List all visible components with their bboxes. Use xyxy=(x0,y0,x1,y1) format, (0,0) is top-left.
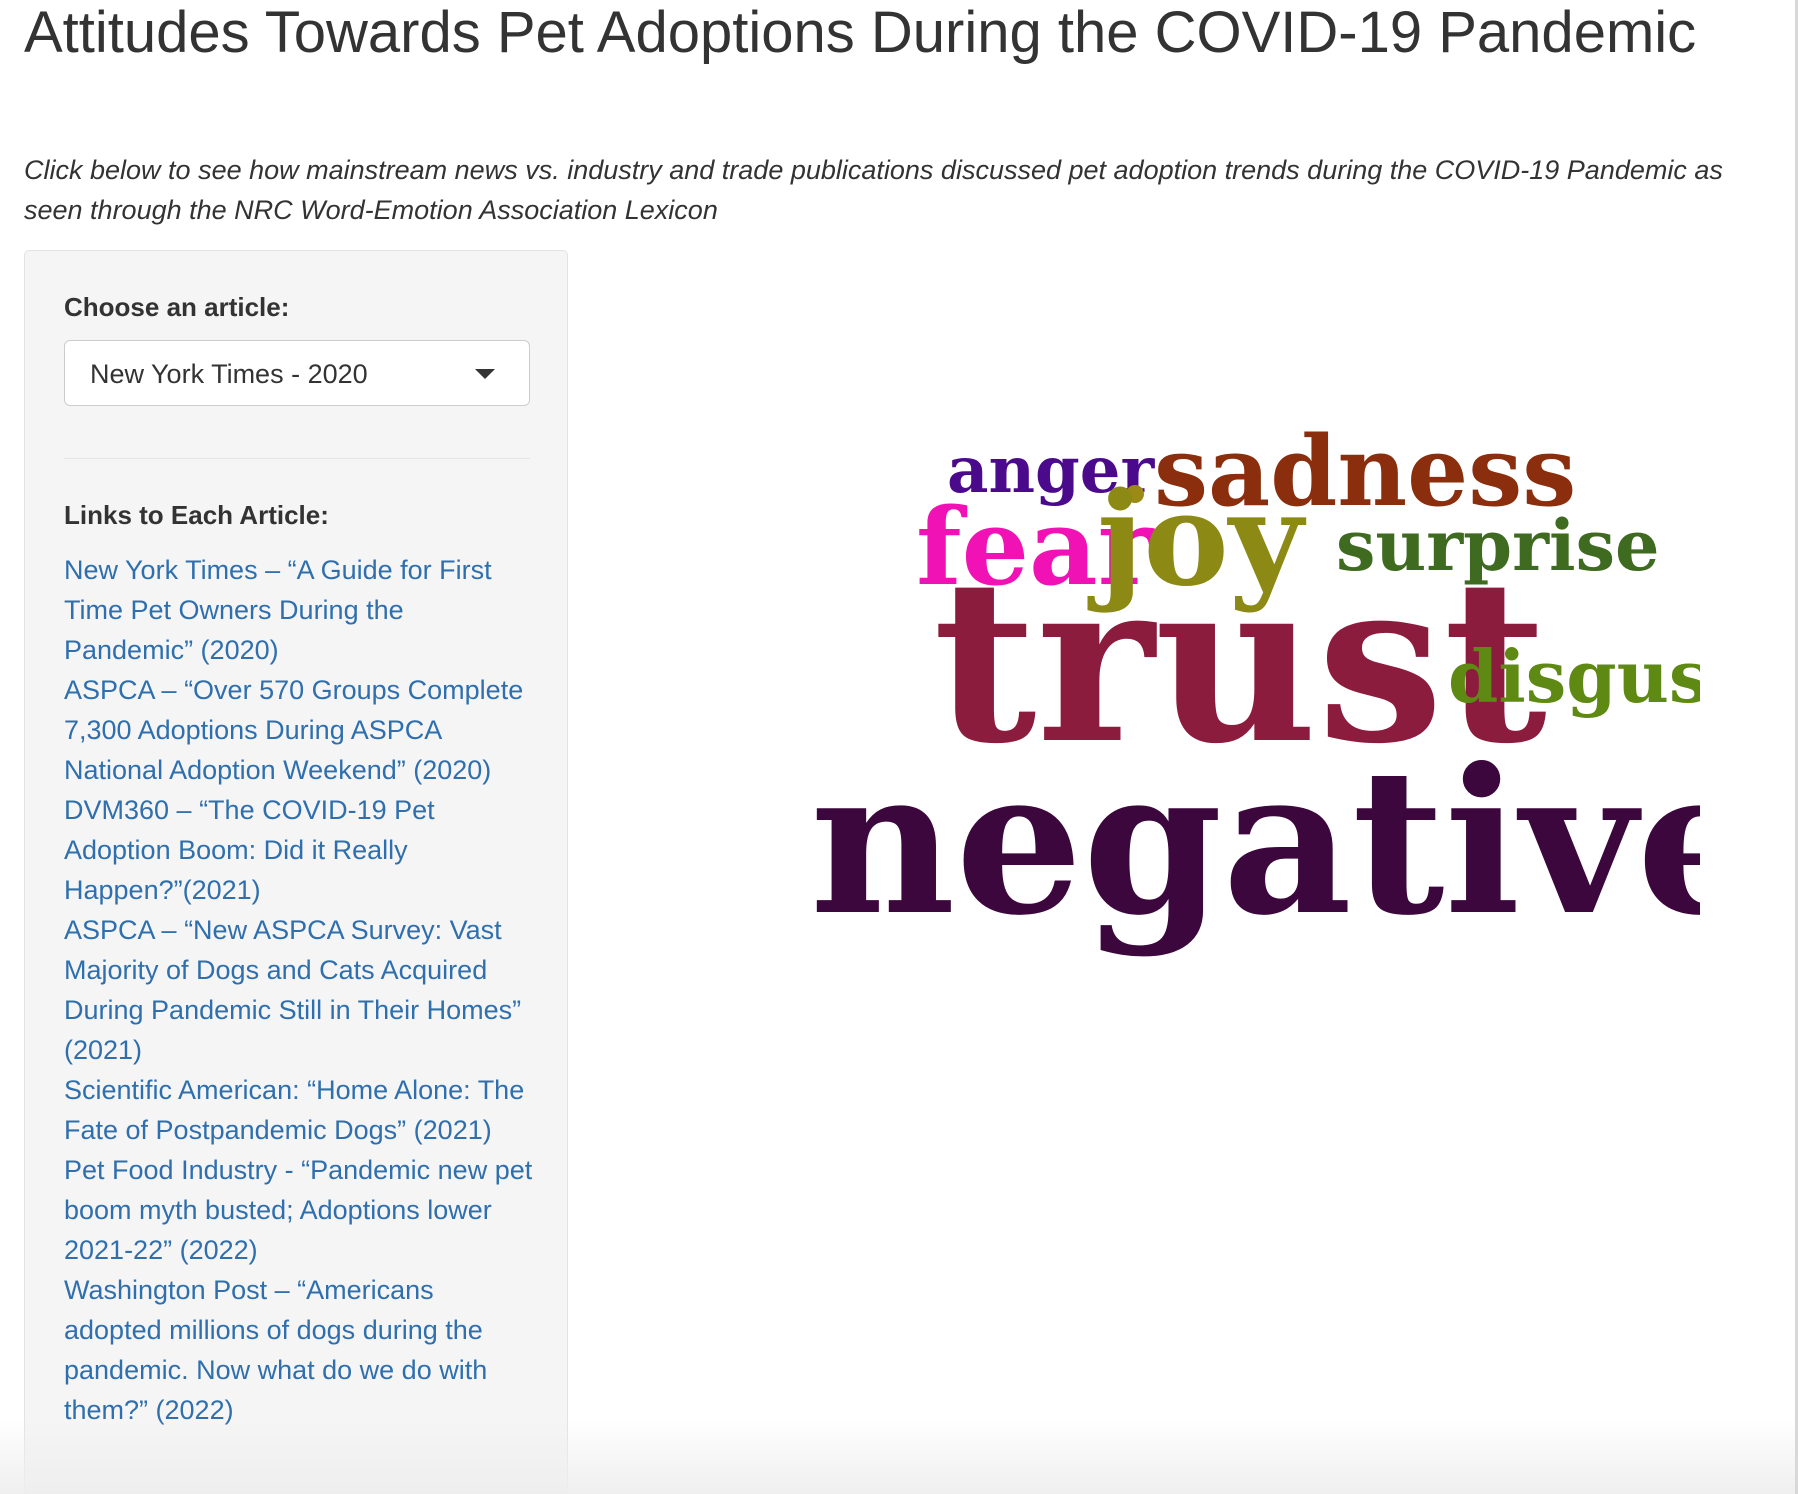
article-link-sciam-2021[interactable]: Scientific American: “Home Alone: The Fa… xyxy=(64,1070,534,1150)
page: Attitudes Towards Pet Adoptions During t… xyxy=(0,0,1798,1494)
article-select-value: New York Times - 2020 xyxy=(90,359,368,389)
page-subtitle: Click below to see how mainstream news v… xyxy=(24,155,1723,225)
word-negative: negative xyxy=(810,725,1700,960)
word-cloud-svg: anger sadness fear joy surprise trust di… xyxy=(810,415,1764,960)
links-heading: Links to Each Article: xyxy=(64,500,329,530)
article-links-list: New York Times – “A Guide for First Time… xyxy=(64,550,534,1430)
word-disgust: disgust xyxy=(1448,634,1700,719)
list-item: Scientific American: “Home Alone: The Fa… xyxy=(64,1070,534,1150)
emotion-word-cloud: anger sadness fear joy surprise trust di… xyxy=(780,390,1764,990)
article-link-aspca-2021[interactable]: ASPCA – “New ASPCA Survey: Vast Majority… xyxy=(64,910,534,1070)
chevron-down-icon xyxy=(475,369,495,379)
article-link-nyt-2020[interactable]: New York Times – “A Guide for First Time… xyxy=(64,550,534,670)
article-link-dvm360-2021[interactable]: DVM360 – “The COVID-19 Pet Adoption Boom… xyxy=(64,790,534,910)
article-link-petfood-2022[interactable]: Pet Food Industry - “Pandemic new pet bo… xyxy=(64,1150,534,1270)
list-item: ASPCA – “New ASPCA Survey: Vast Majority… xyxy=(64,910,534,1070)
page-title: Attitudes Towards Pet Adoptions During t… xyxy=(24,0,1697,65)
list-item: Pet Food Industry - “Pandemic new pet bo… xyxy=(64,1150,534,1270)
list-item: New York Times – “A Guide for First Time… xyxy=(64,550,534,670)
list-item: ASPCA – “Over 570 Groups Complete 7,300 … xyxy=(64,670,534,790)
article-select[interactable]: New York Times - 2020 xyxy=(64,340,530,406)
list-item: DVM360 – “The COVID-19 Pet Adoption Boom… xyxy=(64,790,534,910)
article-link-aspca-2020[interactable]: ASPCA – “Over 570 Groups Complete 7,300 … xyxy=(64,670,534,790)
sidebar-divider xyxy=(64,458,530,459)
choose-article-label: Choose an article: xyxy=(64,292,290,322)
list-item: Washington Post – “Americans adopted mil… xyxy=(64,1270,534,1430)
article-link-wapo-2022[interactable]: Washington Post – “Americans adopted mil… xyxy=(64,1270,534,1430)
